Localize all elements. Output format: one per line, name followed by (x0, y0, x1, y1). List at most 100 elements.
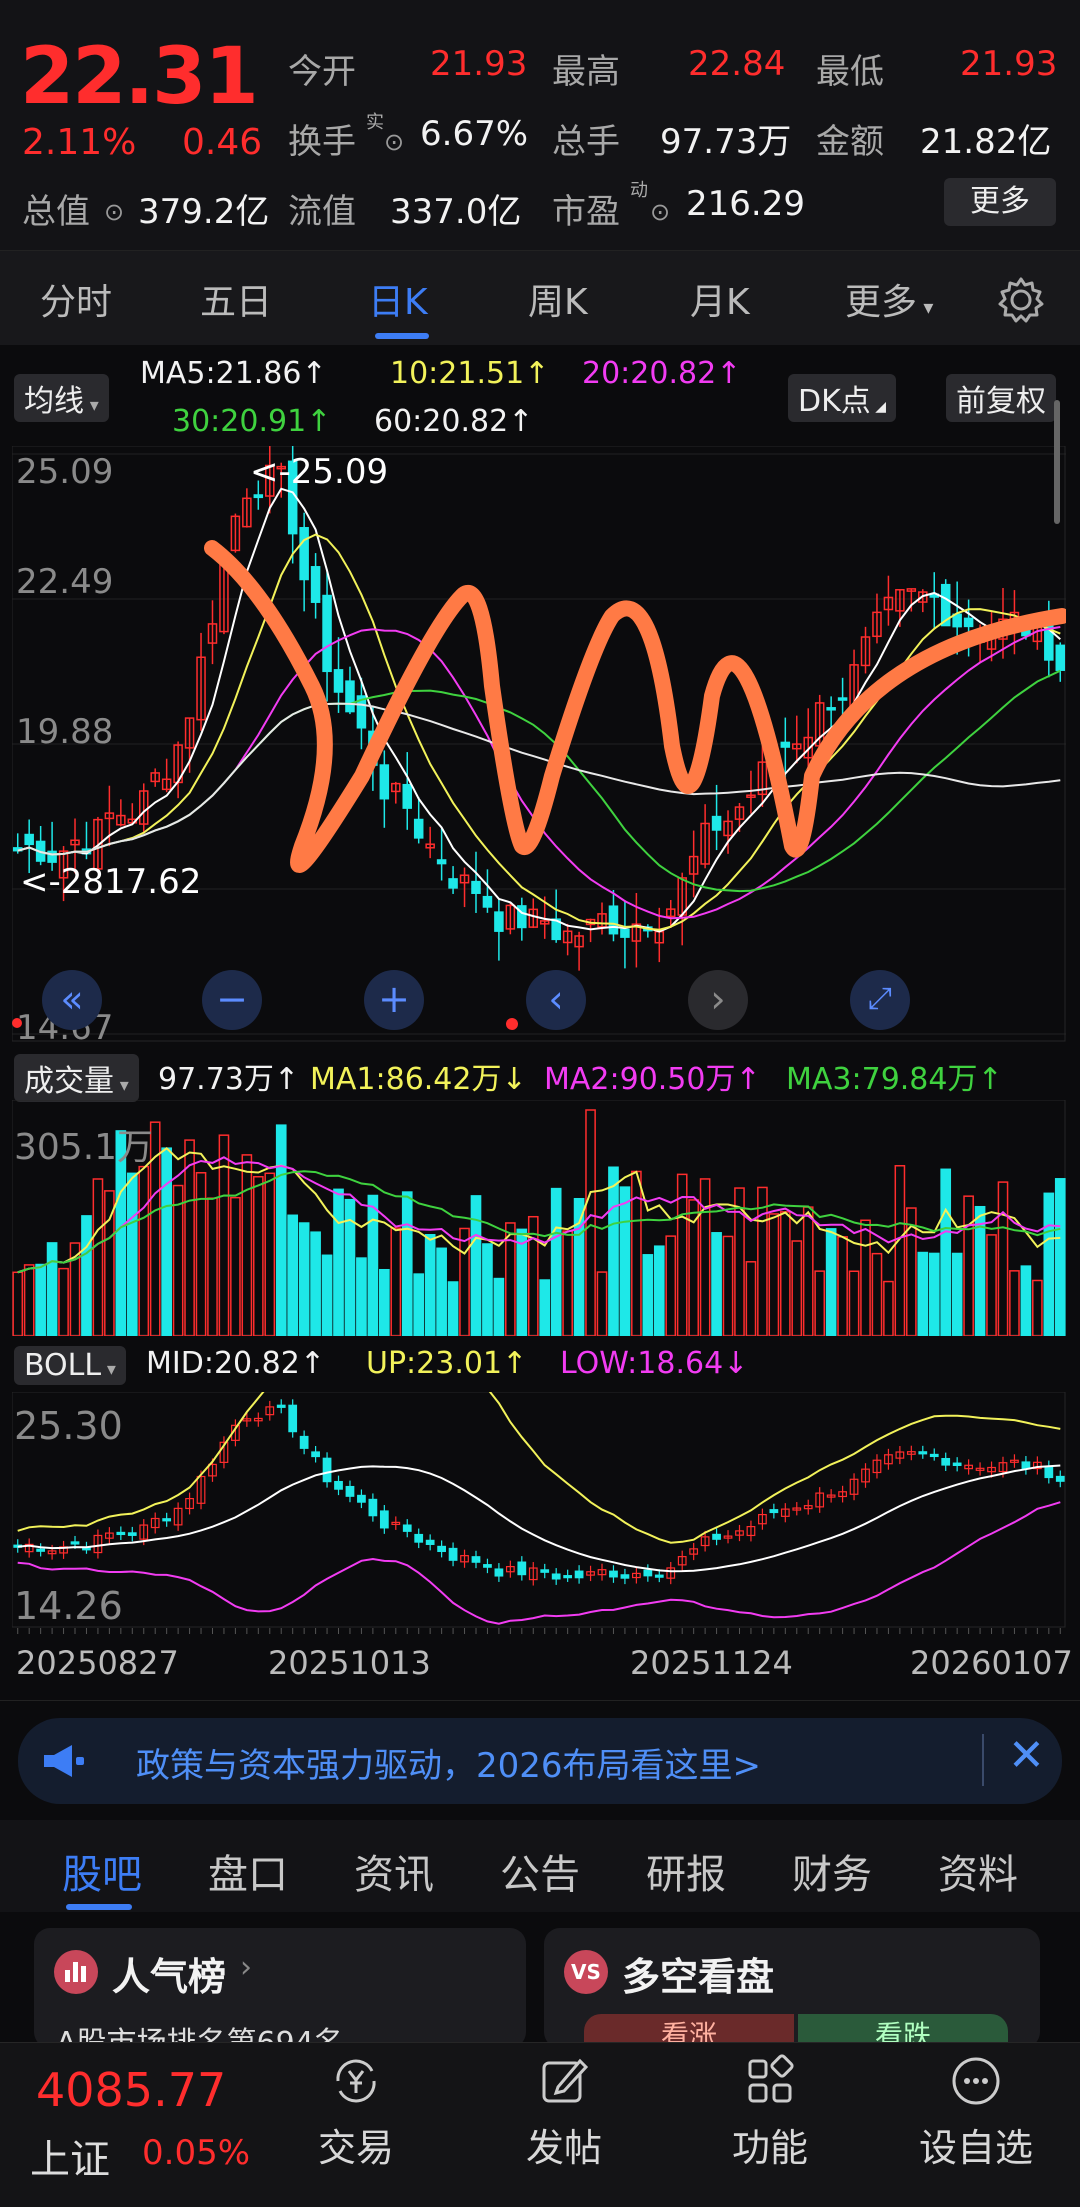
nav-functions[interactable]: 功能 (700, 2053, 840, 2172)
tab-minute[interactable]: 分时 (40, 273, 112, 325)
index-change: 0.05% (142, 2133, 251, 2173)
tab-daily-k[interactable]: 日K (368, 273, 428, 325)
candle-body (322, 594, 332, 673)
volume-bar (653, 1245, 665, 1336)
volume-bar (814, 1270, 826, 1336)
tab-monthly-k[interactable]: 月K (690, 273, 750, 325)
ma60-value: 60:20.82↑ (374, 404, 534, 439)
tab-news[interactable]: 资讯 (354, 1842, 434, 1900)
boll-chart[interactable] (12, 1392, 1066, 1628)
change-pct: 2.11% (22, 122, 137, 163)
more-button[interactable]: 更多 (944, 178, 1056, 226)
gear-icon[interactable] (996, 275, 1046, 325)
date-ticks (17, 1628, 1061, 1634)
candle-body (780, 741, 791, 748)
candle-body (276, 1404, 286, 1408)
candle-body (563, 1575, 573, 1579)
volume-bar (745, 1261, 757, 1336)
tab-guba[interactable]: 股吧 (62, 1842, 142, 1900)
volume-y-top: 305.1万 (14, 1127, 154, 1168)
zoom-in-icon[interactable]: + (364, 970, 424, 1030)
open-value: 21.93 (430, 44, 528, 84)
nav-post[interactable]: 发帖 (494, 2053, 634, 2172)
high-value: 22.84 (688, 44, 786, 84)
tab-pankou[interactable]: 盘口 (208, 1842, 288, 1900)
date-label: 20251124 (630, 1644, 793, 1682)
candle-body (116, 1531, 126, 1536)
tab-profile[interactable]: 资料 (938, 1842, 1018, 1900)
volume-bar (241, 1154, 253, 1336)
promo-banner[interactable]: 政策与资本强力驱动，2026布局看这里> ✕ (18, 1718, 1062, 1804)
candle-body (24, 833, 34, 846)
volume-label: 总手 (552, 122, 620, 162)
volume-bar (470, 1195, 482, 1336)
info-icon[interactable]: ⊙ (384, 128, 404, 156)
index-value[interactable]: 4085.77 (36, 2063, 226, 2117)
candle-body (963, 617, 974, 628)
tab-weekly-k[interactable]: 周K (528, 273, 588, 325)
volume-bar (631, 1170, 642, 1336)
volume-bar (928, 1252, 940, 1336)
volume-selector[interactable]: 成交量 ▾ (14, 1054, 139, 1102)
nav-add-watchlist[interactable]: 设自选 (906, 2053, 1046, 2172)
bull-bear-card[interactable]: VS 多空看盘 看涨 看跌 (544, 1928, 1040, 2052)
volume-bar (367, 1194, 379, 1336)
candle-body (769, 1509, 779, 1514)
info-icon[interactable]: ⊙ (104, 198, 124, 226)
scroll-left-icon[interactable]: ‹ (526, 970, 586, 1030)
popularity-card[interactable]: 人气榜 › A股市场排名第694名 (34, 1928, 526, 2061)
candle-body (540, 1569, 550, 1573)
rewind-icon[interactable]: « (42, 970, 102, 1030)
volume-bar (230, 1196, 241, 1336)
candle-body (609, 1570, 618, 1578)
tab-research[interactable]: 研报 (646, 1842, 726, 1900)
tab-five-day[interactable]: 五日 (200, 273, 272, 325)
adjust-button[interactable]: 前复权 (946, 374, 1056, 422)
volume-bar (46, 1242, 58, 1336)
info-icon[interactable]: ⊙ (650, 198, 670, 226)
kline-chart[interactable] (12, 446, 1066, 1042)
candle-body (299, 1435, 309, 1449)
vs-icon: VS (564, 1950, 608, 1994)
nav-trade[interactable]: 交易 (286, 2053, 426, 2172)
volume-bar (860, 1219, 871, 1336)
tab-more[interactable]: 更多 ▾ (845, 273, 933, 325)
volume-bar (287, 1214, 299, 1336)
fullscreen-icon[interactable]: ⤢ (850, 970, 910, 1030)
volume-bar (940, 1168, 952, 1336)
volume-bar (871, 1252, 883, 1336)
ma-selector-label: 均线 (24, 384, 84, 419)
close-icon[interactable]: ✕ (1008, 1730, 1045, 1781)
volume-bar (986, 1234, 997, 1336)
kline-y-low: 19.88 (16, 712, 114, 752)
candle-body (322, 1457, 332, 1483)
volume-bar (161, 1147, 172, 1336)
scroll-right-icon[interactable]: › (688, 970, 748, 1030)
edit-icon (542, 2058, 589, 2103)
volume-bar (1009, 1270, 1020, 1336)
volume-bar (963, 1195, 974, 1336)
boll-mid: MID:20.82↑ (146, 1346, 325, 1381)
volume-bar (35, 1263, 46, 1336)
ma-selector[interactable]: 均线 ▾ (14, 374, 109, 422)
candle-body (1055, 1475, 1065, 1482)
boll-selector[interactable]: BOLL ▾ (14, 1346, 126, 1385)
tab-finance[interactable]: 财务 (792, 1842, 872, 1900)
tab-announcements[interactable]: 公告 (500, 1842, 580, 1900)
active-tab-indicator (375, 333, 429, 339)
zoom-out-icon[interactable]: − (202, 970, 262, 1030)
open-label: 今开 (288, 52, 356, 92)
mktcap-label: 总值 (22, 192, 90, 232)
candle-body (711, 815, 722, 831)
volume-chart[interactable] (12, 1100, 1066, 1336)
max-price-marker: <-25.09 (250, 452, 389, 492)
scrollbar[interactable] (1054, 400, 1060, 524)
volume-bar (837, 1236, 848, 1336)
dk-button[interactable]: DK点 ◢ (788, 374, 896, 422)
mktcap-value: 379.2亿 (138, 192, 270, 232)
volume-bar (356, 1257, 367, 1336)
candle-body (712, 1533, 721, 1540)
volume-bar (333, 1188, 344, 1336)
volume-bar (23, 1264, 35, 1336)
more-dots-icon (952, 2057, 1000, 2105)
